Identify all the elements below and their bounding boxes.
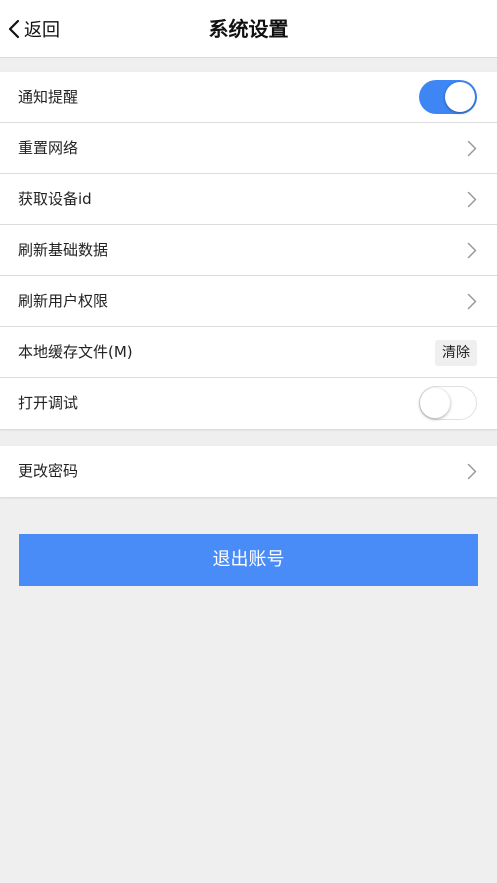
change-password-label: 更改密码 bbox=[18, 462, 79, 480]
setting-row-device-id[interactable]: 获取设备id bbox=[0, 174, 497, 225]
logout-button[interactable]: 退出账号 bbox=[19, 534, 478, 586]
account-group: 更改密码 bbox=[0, 446, 497, 497]
settings-group: 通知提醒 重置网络 获取设备id 刷新基础数据 刷新用户权限 本地缓存文件(M)… bbox=[0, 72, 497, 429]
chevron-right-icon bbox=[467, 293, 477, 310]
page-title: 系统设置 bbox=[208, 17, 289, 41]
debug-toggle[interactable] bbox=[419, 386, 477, 420]
setting-row-notify: 通知提醒 bbox=[0, 72, 497, 123]
chevron-right-icon bbox=[467, 191, 477, 208]
setting-row-debug: 打开调试 bbox=[0, 378, 497, 429]
cache-label: 本地缓存文件(M) bbox=[18, 343, 133, 361]
debug-label: 打开调试 bbox=[18, 394, 79, 412]
setting-row-change-password[interactable]: 更改密码 bbox=[0, 446, 497, 497]
reset-network-label: 重置网络 bbox=[18, 139, 79, 157]
setting-row-refresh-base[interactable]: 刷新基础数据 bbox=[0, 225, 497, 276]
refresh-perm-label: 刷新用户权限 bbox=[18, 292, 109, 310]
toggle-knob bbox=[420, 387, 450, 418]
nav-bar: 返回 系统设置 bbox=[0, 0, 497, 58]
device-id-label: 获取设备id bbox=[18, 190, 92, 208]
clear-cache-button[interactable]: 清除 bbox=[435, 340, 477, 366]
refresh-base-label: 刷新基础数据 bbox=[18, 241, 109, 259]
setting-row-refresh-perm[interactable]: 刷新用户权限 bbox=[0, 276, 497, 327]
toggle-knob bbox=[445, 82, 475, 112]
setting-row-cache: 本地缓存文件(M) 清除 bbox=[0, 327, 497, 378]
chevron-right-icon bbox=[467, 140, 477, 157]
notify-toggle[interactable] bbox=[419, 80, 477, 114]
setting-row-reset-network[interactable]: 重置网络 bbox=[0, 123, 497, 174]
chevron-right-icon bbox=[467, 242, 477, 259]
chevron-right-icon bbox=[467, 463, 477, 480]
notify-label: 通知提醒 bbox=[18, 88, 79, 106]
